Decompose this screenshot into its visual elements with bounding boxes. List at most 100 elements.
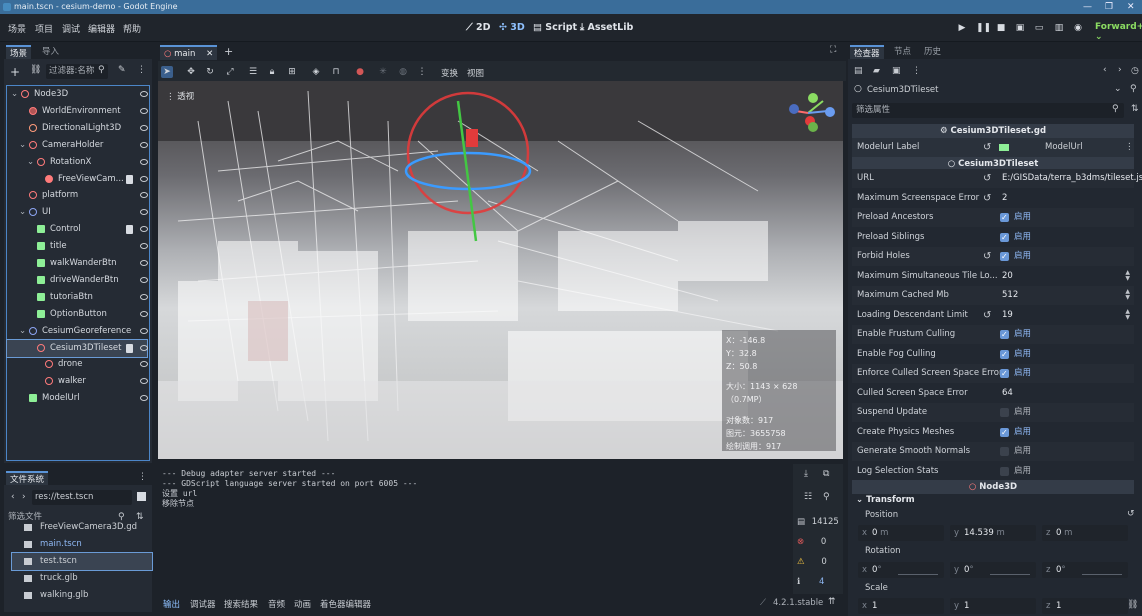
movie-maker-icon[interactable]: ◉ <box>1072 22 1084 34</box>
visibility-icon[interactable] <box>140 293 148 300</box>
checkbox[interactable] <box>1000 423 1009 442</box>
attach-script-icon[interactable]: ✎ <box>118 65 126 75</box>
visibility-icon[interactable] <box>140 91 148 97</box>
bottom-tab[interactable]: 搜索结果 <box>224 598 258 610</box>
checkbox[interactable] <box>1000 247 1009 266</box>
bottom-tab[interactable]: 输出 <box>163 598 180 610</box>
tree-node[interactable]: ModelUrl <box>7 390 148 407</box>
menu-debug[interactable]: 调试 <box>62 22 80 35</box>
history-icon[interactable]: ◷ <box>1131 66 1139 76</box>
file-item[interactable]: main.tscn <box>12 536 152 553</box>
visibility-icon[interactable] <box>140 141 148 148</box>
log-count-messages[interactable]: ▤ 14125 <box>797 513 839 531</box>
menu-scene[interactable]: 场景 <box>8 22 26 35</box>
tab-import[interactable]: 导入 <box>38 45 63 59</box>
environment-icon[interactable]: ✳ <box>377 66 389 78</box>
revert-icon[interactable]: ↺ <box>983 247 991 266</box>
tree-node[interactable]: DirectionalLight3D <box>7 120 148 137</box>
log-count-errors[interactable]: ⊗ 0 <box>797 533 839 551</box>
visibility-icon[interactable] <box>140 276 148 283</box>
checkbox[interactable] <box>1000 466 1009 476</box>
menu-help[interactable]: 帮助 <box>123 22 141 35</box>
tree-node[interactable]: driveWanderBtn <box>7 272 148 289</box>
script-icon[interactable] <box>126 343 133 353</box>
visibility-icon[interactable] <box>140 310 148 317</box>
expand-panel-icon[interactable]: ⇈ <box>828 597 836 607</box>
copy-icon[interactable]: ⧉ <box>823 469 829 479</box>
tree-node[interactable]: walkWanderBtn <box>7 255 148 272</box>
distraction-free-icon[interactable]: ⛶ <box>830 45 836 55</box>
pause-icon[interactable]: ❚❚ <box>976 22 991 34</box>
expand-arrow-icon[interactable]: ⌄ <box>19 137 26 154</box>
property-value[interactable]: 19 <box>1002 306 1013 325</box>
checkbox[interactable] <box>1000 364 1009 383</box>
checkbox[interactable] <box>1000 345 1009 364</box>
property-sort-icon[interactable]: ⇅ <box>1131 104 1139 114</box>
play-icon[interactable]: ▶ <box>956 22 968 34</box>
tree-node[interactable]: ⌄ Node3D <box>7 86 148 103</box>
position-x[interactable]: x0 m <box>858 525 944 541</box>
open-folder-icon[interactable]: ▰ <box>873 66 880 76</box>
scale-x[interactable]: x1 <box>858 598 944 614</box>
tree-node[interactable]: FreeViewCam... <box>7 171 148 188</box>
save-log-icon[interactable]: ⤓ <box>804 469 808 479</box>
rotation-x[interactable]: x 0° <box>858 562 944 578</box>
property-row[interactable]: Preload Siblings 启用 <box>852 228 1134 247</box>
visibility-icon[interactable] <box>140 107 148 114</box>
bottom-tab[interactable]: 音频 <box>268 598 285 610</box>
menu-editor[interactable]: 编辑器 <box>88 22 115 35</box>
property-row[interactable]: Suspend Update 启用 <box>852 403 1134 422</box>
save-icon[interactable]: ▣ <box>892 66 901 76</box>
history-back-icon[interactable]: ‹ <box>1103 65 1107 75</box>
scale-tool-icon[interactable]: ⤢ <box>224 66 236 78</box>
fs-more-icon[interactable]: ⋮ <box>138 472 147 482</box>
tree-node[interactable]: ⌄ RotationX <box>7 154 148 171</box>
scale-link-icon[interactable]: ⛓ <box>1127 600 1138 610</box>
visibility-icon[interactable] <box>140 209 148 216</box>
property-row[interactable]: Maximum Cached Mb 512 ▲ ▼ <box>852 286 1134 305</box>
checkbox[interactable] <box>1000 408 1009 417</box>
tree-node[interactable]: ⌄ UI <box>7 204 148 221</box>
tree-node[interactable]: ⌄ CesiumGeoreference <box>7 323 148 340</box>
perspective-menu[interactable]: ⋮ 透视 <box>166 90 194 102</box>
rotate-tool-icon[interactable]: ↻ <box>204 66 216 78</box>
tab-filesystem[interactable]: 文件系统 <box>6 471 49 485</box>
tree-node[interactable]: tutoriaBtn <box>7 289 148 306</box>
visibility-icon[interactable] <box>140 395 148 402</box>
expand-arrow-icon[interactable]: ⌄ <box>27 154 34 171</box>
select-tool-icon[interactable]: ➤ <box>161 66 173 78</box>
property-row[interactable]: Enable Frustum Culling 启用 <box>852 325 1134 344</box>
local-space-icon[interactable]: ◈ <box>310 66 322 78</box>
forward-icon[interactable]: › <box>22 492 26 502</box>
property-row[interactable]: Loading Descendant Limit ↺ 19 ▲ ▼ <box>852 306 1134 325</box>
checkbox[interactable] <box>1000 228 1009 247</box>
list-select-icon[interactable]: ☰ <box>247 66 259 78</box>
split-view-icon[interactable] <box>137 492 146 501</box>
log-count-editor[interactable]: ℹ 4 <box>797 573 839 591</box>
file-item[interactable]: FreeViewCamera3D.gd <box>12 519 152 536</box>
preview-env-icon[interactable]: ◍ <box>397 66 409 78</box>
group-icon[interactable]: ⊞ <box>286 66 298 78</box>
tree-node[interactable]: WorldEnvironment <box>7 103 148 120</box>
link-icon[interactable]: ⛓ <box>30 65 41 75</box>
tab-node[interactable]: 节点 <box>890 45 915 59</box>
transform-menu[interactable]: 变换 <box>441 67 458 79</box>
visibility-icon[interactable] <box>140 226 148 233</box>
rotation-y[interactable]: y 0° <box>950 562 1036 578</box>
tree-node[interactable]: title <box>7 238 148 255</box>
expand-arrow-icon[interactable]: ⌄ <box>19 204 26 221</box>
fs-path-input[interactable]: res://test.tscn <box>32 490 132 505</box>
tree-node[interactable]: ⌄ CameraHolder <box>7 137 148 154</box>
visibility-icon[interactable] <box>140 378 148 385</box>
checkbox[interactable] <box>1000 208 1009 227</box>
property-row[interactable]: Log Selection Stats 启用 <box>852 462 1134 481</box>
script-icon[interactable] <box>126 225 133 235</box>
visibility-icon[interactable] <box>140 158 148 165</box>
expand-arrow-icon[interactable]: ⌄ <box>19 323 26 340</box>
property-value[interactable]: 2 <box>1002 189 1007 208</box>
property-value[interactable]: 64 <box>1002 384 1013 403</box>
checkbox[interactable] <box>1000 325 1009 344</box>
play-custom-icon[interactable]: ▥ <box>1053 22 1065 34</box>
spinner-icon[interactable]: ▲ ▼ <box>1125 308 1130 321</box>
tab-main[interactable]: ○ main ✕ <box>160 45 218 60</box>
